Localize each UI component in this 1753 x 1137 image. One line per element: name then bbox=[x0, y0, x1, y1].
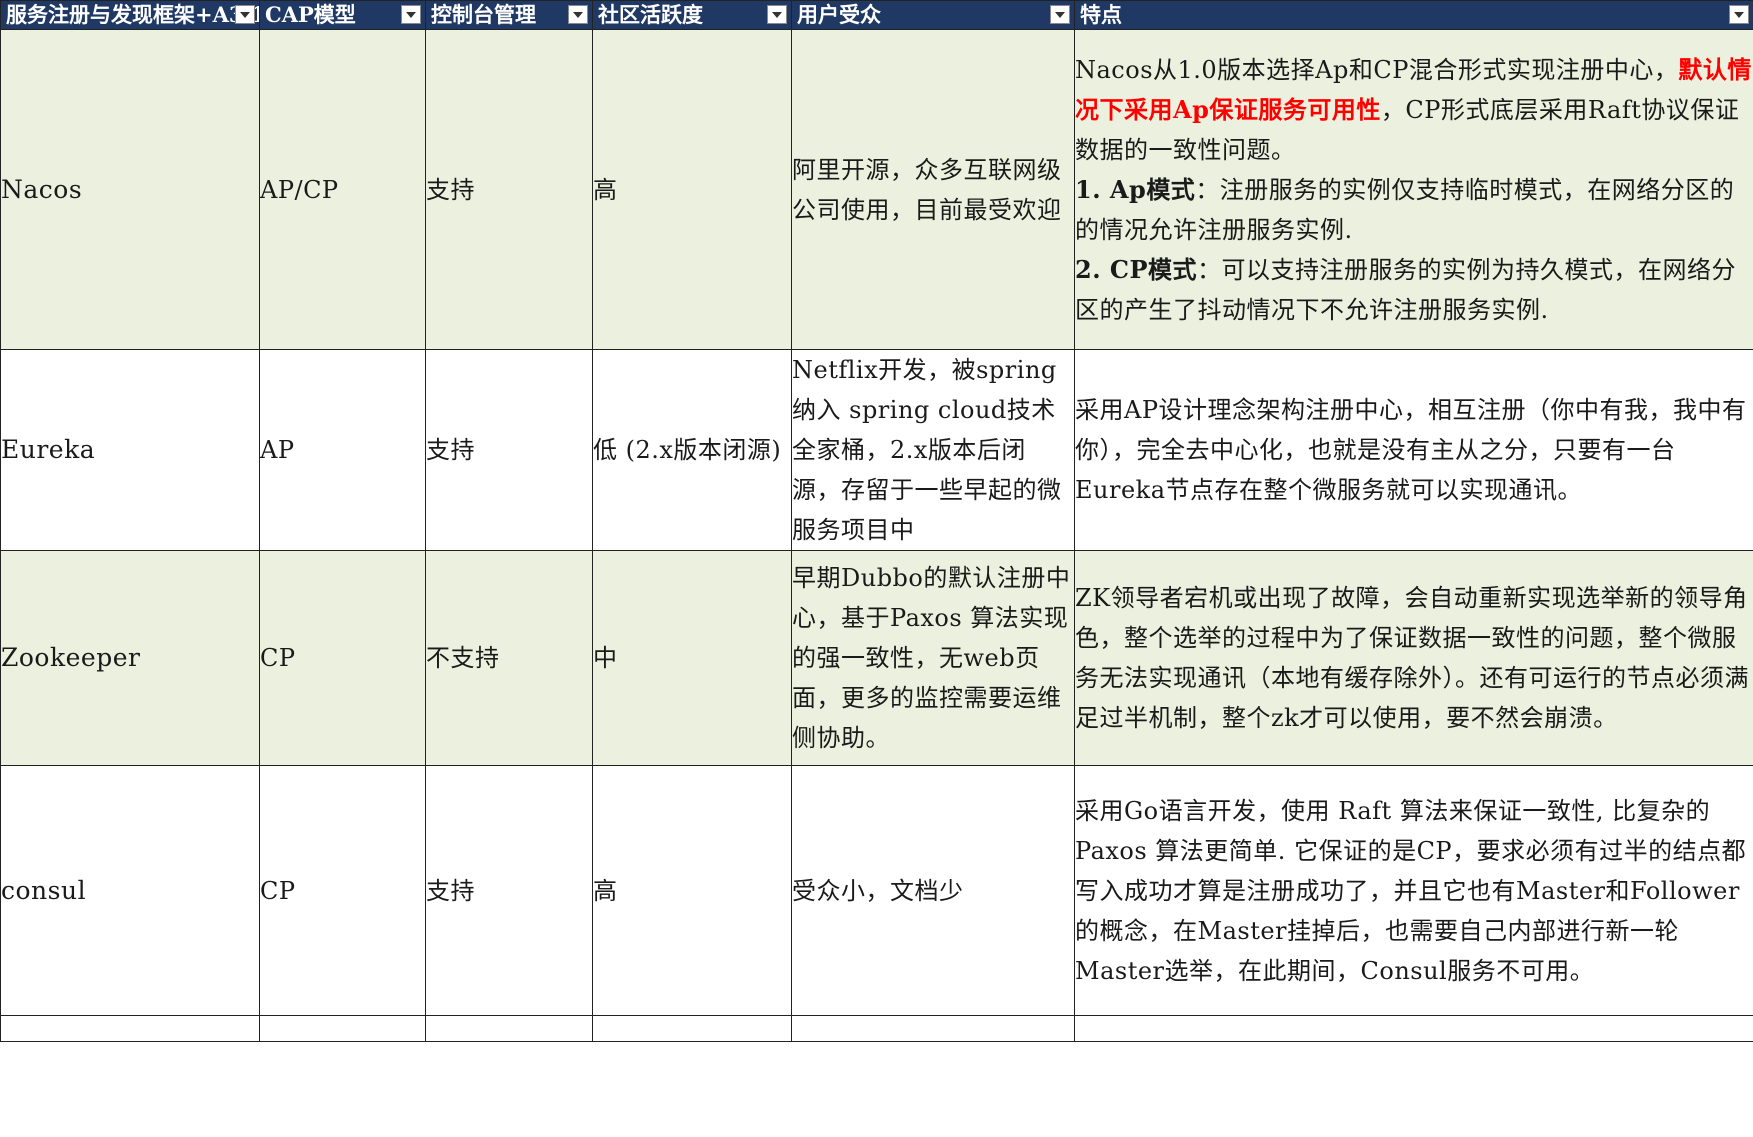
features-text: ZK领导者宕机或出现了故障，会自动重新实现选举新的领导角色，整个选举的过程中为了… bbox=[1075, 578, 1753, 738]
header-activity[interactable]: 社区活跃度 bbox=[592, 0, 792, 30]
feature-segment: ZK领导者宕机或出现了故障，会自动重新实现选举新的领导角色，整个选举的过程中为了… bbox=[1075, 584, 1749, 732]
table-row: Eureka AP 支持 低 (2.x版本闭源) Netflix开发，被spri… bbox=[0, 349, 1753, 551]
cell-console[interactable]: 支持 bbox=[425, 765, 593, 1016]
cell-features[interactable]: ZK领导者宕机或出现了故障，会自动重新实现选举新的领导角色，整个选举的过程中为了… bbox=[1074, 550, 1753, 766]
filter-dropdown-icon[interactable] bbox=[401, 5, 421, 24]
cell-cap[interactable]: AP bbox=[259, 349, 426, 551]
empty-cell[interactable] bbox=[0, 1015, 260, 1042]
spreadsheet-table: 服务注册与发现框架+A3:1 CAP模型 控制台管理 社区活跃度 用户受众 特点… bbox=[0, 0, 1753, 1042]
feature-segment: 采用AP设计理念架构注册中心，相互注册（你中有我，我中有你），完全去中心化，也就… bbox=[1075, 396, 1747, 504]
header-features[interactable]: 特点 bbox=[1074, 0, 1753, 30]
cell-cap[interactable]: CP bbox=[259, 550, 426, 766]
features-text: Nacos从1.0版本选择Ap和CP混合形式实现注册中心，默认情况下采用Ap保证… bbox=[1075, 50, 1753, 330]
cell-name[interactable]: Zookeeper bbox=[0, 550, 260, 766]
table-row: Zookeeper CP 不支持 中 早期Dubbo的默认注册中心，基于Paxo… bbox=[0, 550, 1753, 766]
table-row: Nacos AP/CP 支持 高 阿里开源，众多互联网级公司使用，目前最受欢迎 … bbox=[0, 29, 1753, 350]
filter-dropdown-icon[interactable] bbox=[1729, 5, 1749, 24]
cell-name[interactable]: consul bbox=[0, 765, 260, 1016]
feature-segment: 采用Go语言开发，使用 Raft 算法来保证一致性, 比复杂的 Paxos 算法… bbox=[1075, 796, 1747, 985]
cell-activity[interactable]: 低 (2.x版本闭源) bbox=[592, 349, 792, 551]
filter-dropdown-icon[interactable] bbox=[1050, 5, 1070, 24]
cell-console[interactable]: 不支持 bbox=[425, 550, 593, 766]
header-audience[interactable]: 用户受众 bbox=[791, 0, 1075, 30]
feature-segment: 1. Ap模式 bbox=[1075, 174, 1196, 204]
empty-cell[interactable] bbox=[259, 1015, 426, 1042]
empty-cell[interactable] bbox=[425, 1015, 593, 1042]
cell-audience[interactable]: Netflix开发，被spring 纳入 spring cloud技术全家桶，2… bbox=[791, 349, 1075, 551]
features-text: 采用Go语言开发，使用 Raft 算法来保证一致性, 比复杂的 Paxos 算法… bbox=[1075, 791, 1753, 991]
table-row: consul CP 支持 高 受众小，文档少 采用Go语言开发，使用 Raft … bbox=[0, 765, 1753, 1016]
cell-features[interactable]: 采用AP设计理念架构注册中心，相互注册（你中有我，我中有你），完全去中心化，也就… bbox=[1074, 349, 1753, 551]
header-row: 服务注册与发现框架+A3:1 CAP模型 控制台管理 社区活跃度 用户受众 特点 bbox=[0, 0, 1753, 30]
empty-row bbox=[0, 1015, 1753, 1042]
cell-features[interactable]: Nacos从1.0版本选择Ap和CP混合形式实现注册中心，默认情况下采用Ap保证… bbox=[1074, 29, 1753, 350]
features-text: 采用AP设计理念架构注册中心，相互注册（你中有我，我中有你），完全去中心化，也就… bbox=[1075, 390, 1753, 510]
header-cap[interactable]: CAP模型 bbox=[259, 0, 426, 30]
cell-audience[interactable]: 阿里开源，众多互联网级公司使用，目前最受欢迎 bbox=[791, 29, 1075, 350]
cell-activity[interactable]: 高 bbox=[592, 29, 792, 350]
cell-activity[interactable]: 中 bbox=[592, 550, 792, 766]
cell-audience[interactable]: 早期Dubbo的默认注册中心，基于Paxos 算法实现的强一致性，无web页面，… bbox=[791, 550, 1075, 766]
empty-cell[interactable] bbox=[791, 1015, 1075, 1042]
filter-dropdown-icon[interactable] bbox=[767, 5, 787, 24]
feature-segment: Nacos从1.0版本选择Ap和CP混合形式实现注册中心， bbox=[1075, 55, 1679, 84]
cell-features[interactable]: 采用Go语言开发，使用 Raft 算法来保证一致性, 比复杂的 Paxos 算法… bbox=[1074, 765, 1753, 1016]
cell-console[interactable]: 支持 bbox=[425, 349, 593, 551]
feature-segment: 2. CP模式 bbox=[1075, 254, 1198, 284]
header-framework[interactable]: 服务注册与发现框架+A3:1 bbox=[0, 0, 260, 30]
header-console[interactable]: 控制台管理 bbox=[425, 0, 593, 30]
cell-cap[interactable]: AP/CP bbox=[259, 29, 426, 350]
cell-activity[interactable]: 高 bbox=[592, 765, 792, 1016]
cell-console[interactable]: 支持 bbox=[425, 29, 593, 350]
empty-cell[interactable] bbox=[592, 1015, 792, 1042]
cell-name[interactable]: Nacos bbox=[0, 29, 260, 350]
cell-cap[interactable]: CP bbox=[259, 765, 426, 1016]
cell-audience[interactable]: 受众小，文档少 bbox=[791, 765, 1075, 1016]
empty-cell[interactable] bbox=[1074, 1015, 1753, 1042]
cell-name[interactable]: Eureka bbox=[0, 349, 260, 551]
filter-dropdown-icon[interactable] bbox=[235, 5, 255, 24]
filter-dropdown-icon[interactable] bbox=[568, 5, 588, 24]
